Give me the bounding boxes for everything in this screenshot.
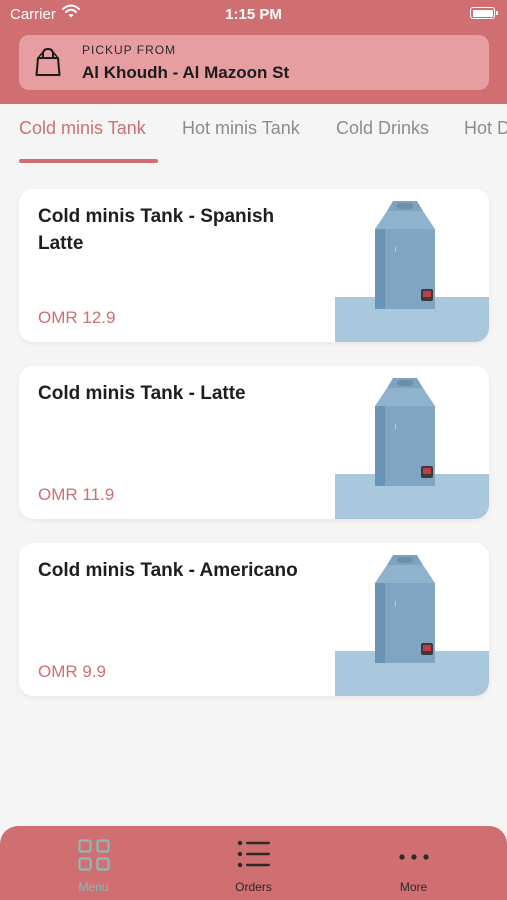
product-title: Cold minis Tank - Spanish Latte <box>38 206 275 254</box>
active-tab-indicator <box>19 159 158 163</box>
product-price: OMR 11.9 <box>38 485 115 504</box>
grid-icon <box>77 839 110 876</box>
svg-text:J: J <box>394 424 396 430</box>
bottom-navigation: Menu Orders More <box>0 826 507 900</box>
product-card[interactable]: Cold minis Tank - Americano OMR 9.9 J <box>19 543 489 696</box>
shopping-bag-icon <box>35 47 61 82</box>
pickup-location-selector[interactable]: PICKUP FROM Al Khoudh - Al Mazoon St <box>19 35 489 90</box>
tab-hot-minis-tank[interactable]: Hot minis Tank <box>182 118 300 139</box>
nav-menu[interactable]: Menu <box>9 826 178 900</box>
svg-text:J: J <box>394 601 396 607</box>
nav-orders-label: Orders <box>235 880 272 894</box>
svg-text:J: J <box>394 247 396 253</box>
more-dots-icon <box>398 848 430 866</box>
product-title: Cold minis Tank - Americano <box>38 560 298 581</box>
status-bar: Carrier 1:15 PM <box>0 0 507 28</box>
product-price: OMR 12.9 <box>38 308 116 327</box>
product-image: J <box>335 555 489 696</box>
nav-orders[interactable]: Orders <box>169 826 338 900</box>
pickup-label: PICKUP FROM <box>82 43 177 57</box>
product-card[interactable]: Cold minis Tank - Latte OMR 11.9 J <box>19 366 489 519</box>
tab-cold-drinks[interactable]: Cold Drinks <box>336 118 429 139</box>
header: Carrier 1:15 PM PICKUP FROM Al Khoudh - … <box>0 0 507 104</box>
product-card[interactable]: Cold minis Tank - Spanish Latte OMR 12.9… <box>19 189 489 342</box>
nav-menu-label: Menu <box>78 880 109 894</box>
battery-icon <box>470 7 498 19</box>
tab-hot-drinks[interactable]: Hot D <box>464 118 507 139</box>
product-image: J <box>335 378 489 519</box>
nav-more[interactable]: More <box>329 826 498 900</box>
tab-cold-minis-tank[interactable]: Cold minis Tank <box>19 118 146 139</box>
list-icon <box>237 839 271 874</box>
product-image: J <box>335 201 489 342</box>
status-time: 1:15 PM <box>225 6 282 23</box>
pickup-location: Al Khoudh - Al Mazoon St <box>82 63 290 82</box>
nav-more-label: More <box>399 880 428 894</box>
category-tabs: Cold minis Tank Hot minis Tank Cold Drin… <box>0 104 507 166</box>
product-title: Cold minis Tank - Latte <box>38 383 246 404</box>
product-price: OMR 9.9 <box>38 662 107 681</box>
